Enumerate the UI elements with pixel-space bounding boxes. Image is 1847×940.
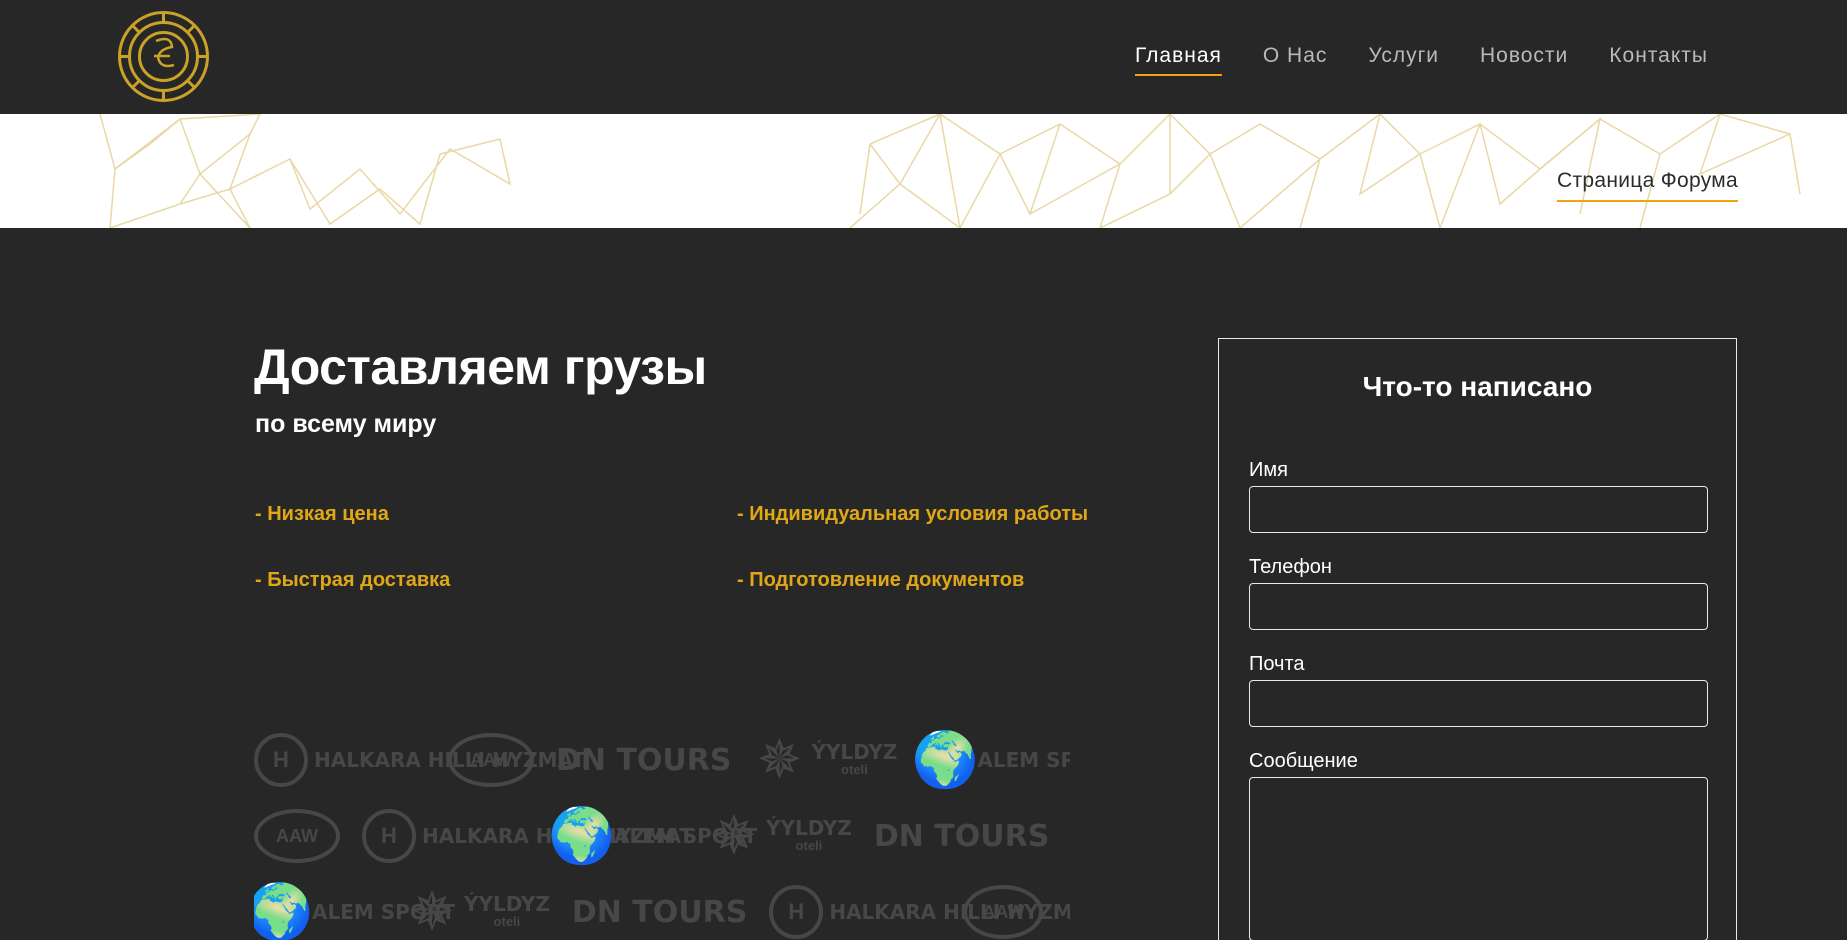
alem-sport-name: ALEM SPORT bbox=[312, 899, 455, 924]
main-nav: Главная О Нас Услуги Новости Контакты bbox=[1134, 44, 1708, 76]
contact-form: Что-то написано Имя Телефон Почта Сообще… bbox=[1218, 338, 1737, 940]
aaw-emblem-icon: AAW bbox=[963, 885, 1044, 939]
logo-emblem-icon bbox=[118, 11, 209, 102]
alem-sport-logo: 🌍 ALEM SPORT bbox=[911, 730, 1070, 790]
halkara-h-icon: H bbox=[254, 733, 308, 787]
aaw-emblem-icon: AAW bbox=[448, 733, 534, 787]
yyldyz-wordmark: ÝYLDYZ oteli bbox=[464, 892, 550, 929]
yyldyz-name: ÝYLDYZ bbox=[464, 892, 550, 916]
partner-row: 🌍 ALEM SPORT ✵ ÝYLDYZ oteli DN TOURS H H… bbox=[254, 874, 1070, 940]
name-label: Имя bbox=[1249, 459, 1288, 481]
nav-item-services[interactable]: Услуги bbox=[1368, 44, 1439, 76]
dn-tours-logo: DN TOURS bbox=[874, 819, 1050, 854]
halkara-logo: H HALKARA HILLI HYZMAT bbox=[254, 733, 586, 787]
nav-item-home[interactable]: Главная bbox=[1134, 44, 1222, 76]
halkara-h-icon: H bbox=[362, 809, 416, 863]
alem-sport-logo: 🌍 ALEM SPORT bbox=[254, 882, 455, 940]
phone-field[interactable] bbox=[1249, 583, 1708, 630]
partner-row: AAW H HALKARA HILLI HYZMAT 🌍 ALEM SPORT … bbox=[254, 798, 1070, 874]
aaw-emblem-icon: AAW bbox=[254, 809, 340, 863]
dn-tours-logo: DN TOURS bbox=[572, 895, 748, 930]
hero-title: Доставляем грузы bbox=[254, 339, 707, 395]
halkara-name: HALKARA HILLI HYZMAT bbox=[422, 823, 694, 848]
nav-item-contacts[interactable]: Контакты bbox=[1609, 44, 1708, 76]
dn-tours-name: DN TOURS bbox=[571, 894, 748, 930]
dn-tours-name: DN TOURS bbox=[873, 818, 1050, 854]
alem-sport-name: ALEM SPORT bbox=[614, 823, 757, 848]
feature-item: - Индивидуальная условия работы bbox=[737, 503, 1089, 525]
feature-item: - Быстрая доставка bbox=[255, 569, 451, 591]
aaw-logo: AAW bbox=[963, 885, 1044, 939]
nav-item-about[interactable]: О Нас bbox=[1263, 44, 1328, 76]
aaw-logo: AAW bbox=[448, 733, 534, 787]
yyldyz-star-icon: ✵ bbox=[711, 806, 757, 866]
forum-page-link[interactable]: Страница Форума bbox=[1557, 169, 1738, 202]
email-field[interactable] bbox=[1249, 680, 1708, 727]
yyldyz-sub: oteli bbox=[493, 914, 521, 929]
aaw-logo: AAW bbox=[254, 809, 340, 863]
features-list: - Низкая цена - Индивидуальная условия р… bbox=[255, 503, 1089, 592]
alem-sport-logo: 🌍 ALEM SPORT bbox=[548, 806, 757, 866]
halkara-name: HALKARA HILLI HYZMAT bbox=[314, 747, 586, 772]
hero-subtitle: по всему миру bbox=[255, 410, 437, 438]
message-field[interactable] bbox=[1249, 777, 1708, 940]
alem-runner-icon: 🌍 bbox=[548, 806, 616, 866]
feature-item: - Низкая цена bbox=[255, 503, 389, 525]
yyldyz-logo: ✵ ÝYLDYZ oteli bbox=[708, 806, 852, 866]
message-label: Сообщение bbox=[1249, 750, 1358, 772]
phone-label: Телефон bbox=[1249, 556, 1332, 578]
alem-runner-icon: 🌍 bbox=[911, 730, 979, 790]
halkara-logo: H HALKARA HILLI HYZMAT bbox=[362, 809, 694, 863]
pattern-band: Страница Форума bbox=[0, 114, 1847, 228]
site-header: Главная О Нас Услуги Новости Контакты bbox=[0, 0, 1847, 114]
yyldyz-star-icon: ✵ bbox=[756, 730, 803, 790]
yyldyz-logo: ✵ ÝYLDYZ oteli bbox=[406, 882, 550, 940]
halkara-logo: H HALKARA HILLI HYZMAT bbox=[769, 885, 1070, 939]
partner-row: H HALKARA HILLI HYZMAT AAW DN TOURS ✵ ÝY… bbox=[254, 722, 1070, 798]
yyldyz-sub: oteli bbox=[841, 762, 868, 777]
nav-item-news[interactable]: Новости bbox=[1480, 44, 1568, 76]
feature-item: - Подготовление документов bbox=[737, 569, 1025, 591]
alem-sport-name: ALEM SPORT bbox=[977, 747, 1070, 772]
halkara-name: HALKARA HILLI HYZMAT bbox=[829, 899, 1070, 924]
yyldyz-star-icon: ✵ bbox=[409, 882, 455, 940]
halkara-h-icon: H bbox=[769, 885, 824, 939]
yyldyz-wordmark: ÝYLDYZ oteli bbox=[811, 740, 898, 777]
yyldyz-wordmark: ÝYLDYZ oteli bbox=[766, 816, 852, 853]
partner-logos: H HALKARA HILLI HYZMAT AAW DN TOURS ✵ ÝY… bbox=[254, 722, 1070, 940]
company-logo[interactable] bbox=[116, 9, 211, 104]
email-label: Почта bbox=[1249, 653, 1305, 675]
alem-runner-icon: 🌍 bbox=[254, 882, 314, 940]
dn-tours-logo: DN TOURS bbox=[556, 743, 732, 778]
yyldyz-name: ÝYLDYZ bbox=[766, 816, 852, 840]
dn-tours-name: DN TOURS bbox=[556, 742, 732, 778]
yyldyz-logo: ✵ ÝYLDYZ oteli bbox=[754, 730, 898, 790]
yyldyz-name: ÝYLDYZ bbox=[811, 740, 898, 764]
yyldyz-sub: oteli bbox=[795, 838, 823, 853]
name-field[interactable] bbox=[1249, 486, 1708, 533]
form-title: Что-то написано bbox=[1362, 371, 1593, 402]
